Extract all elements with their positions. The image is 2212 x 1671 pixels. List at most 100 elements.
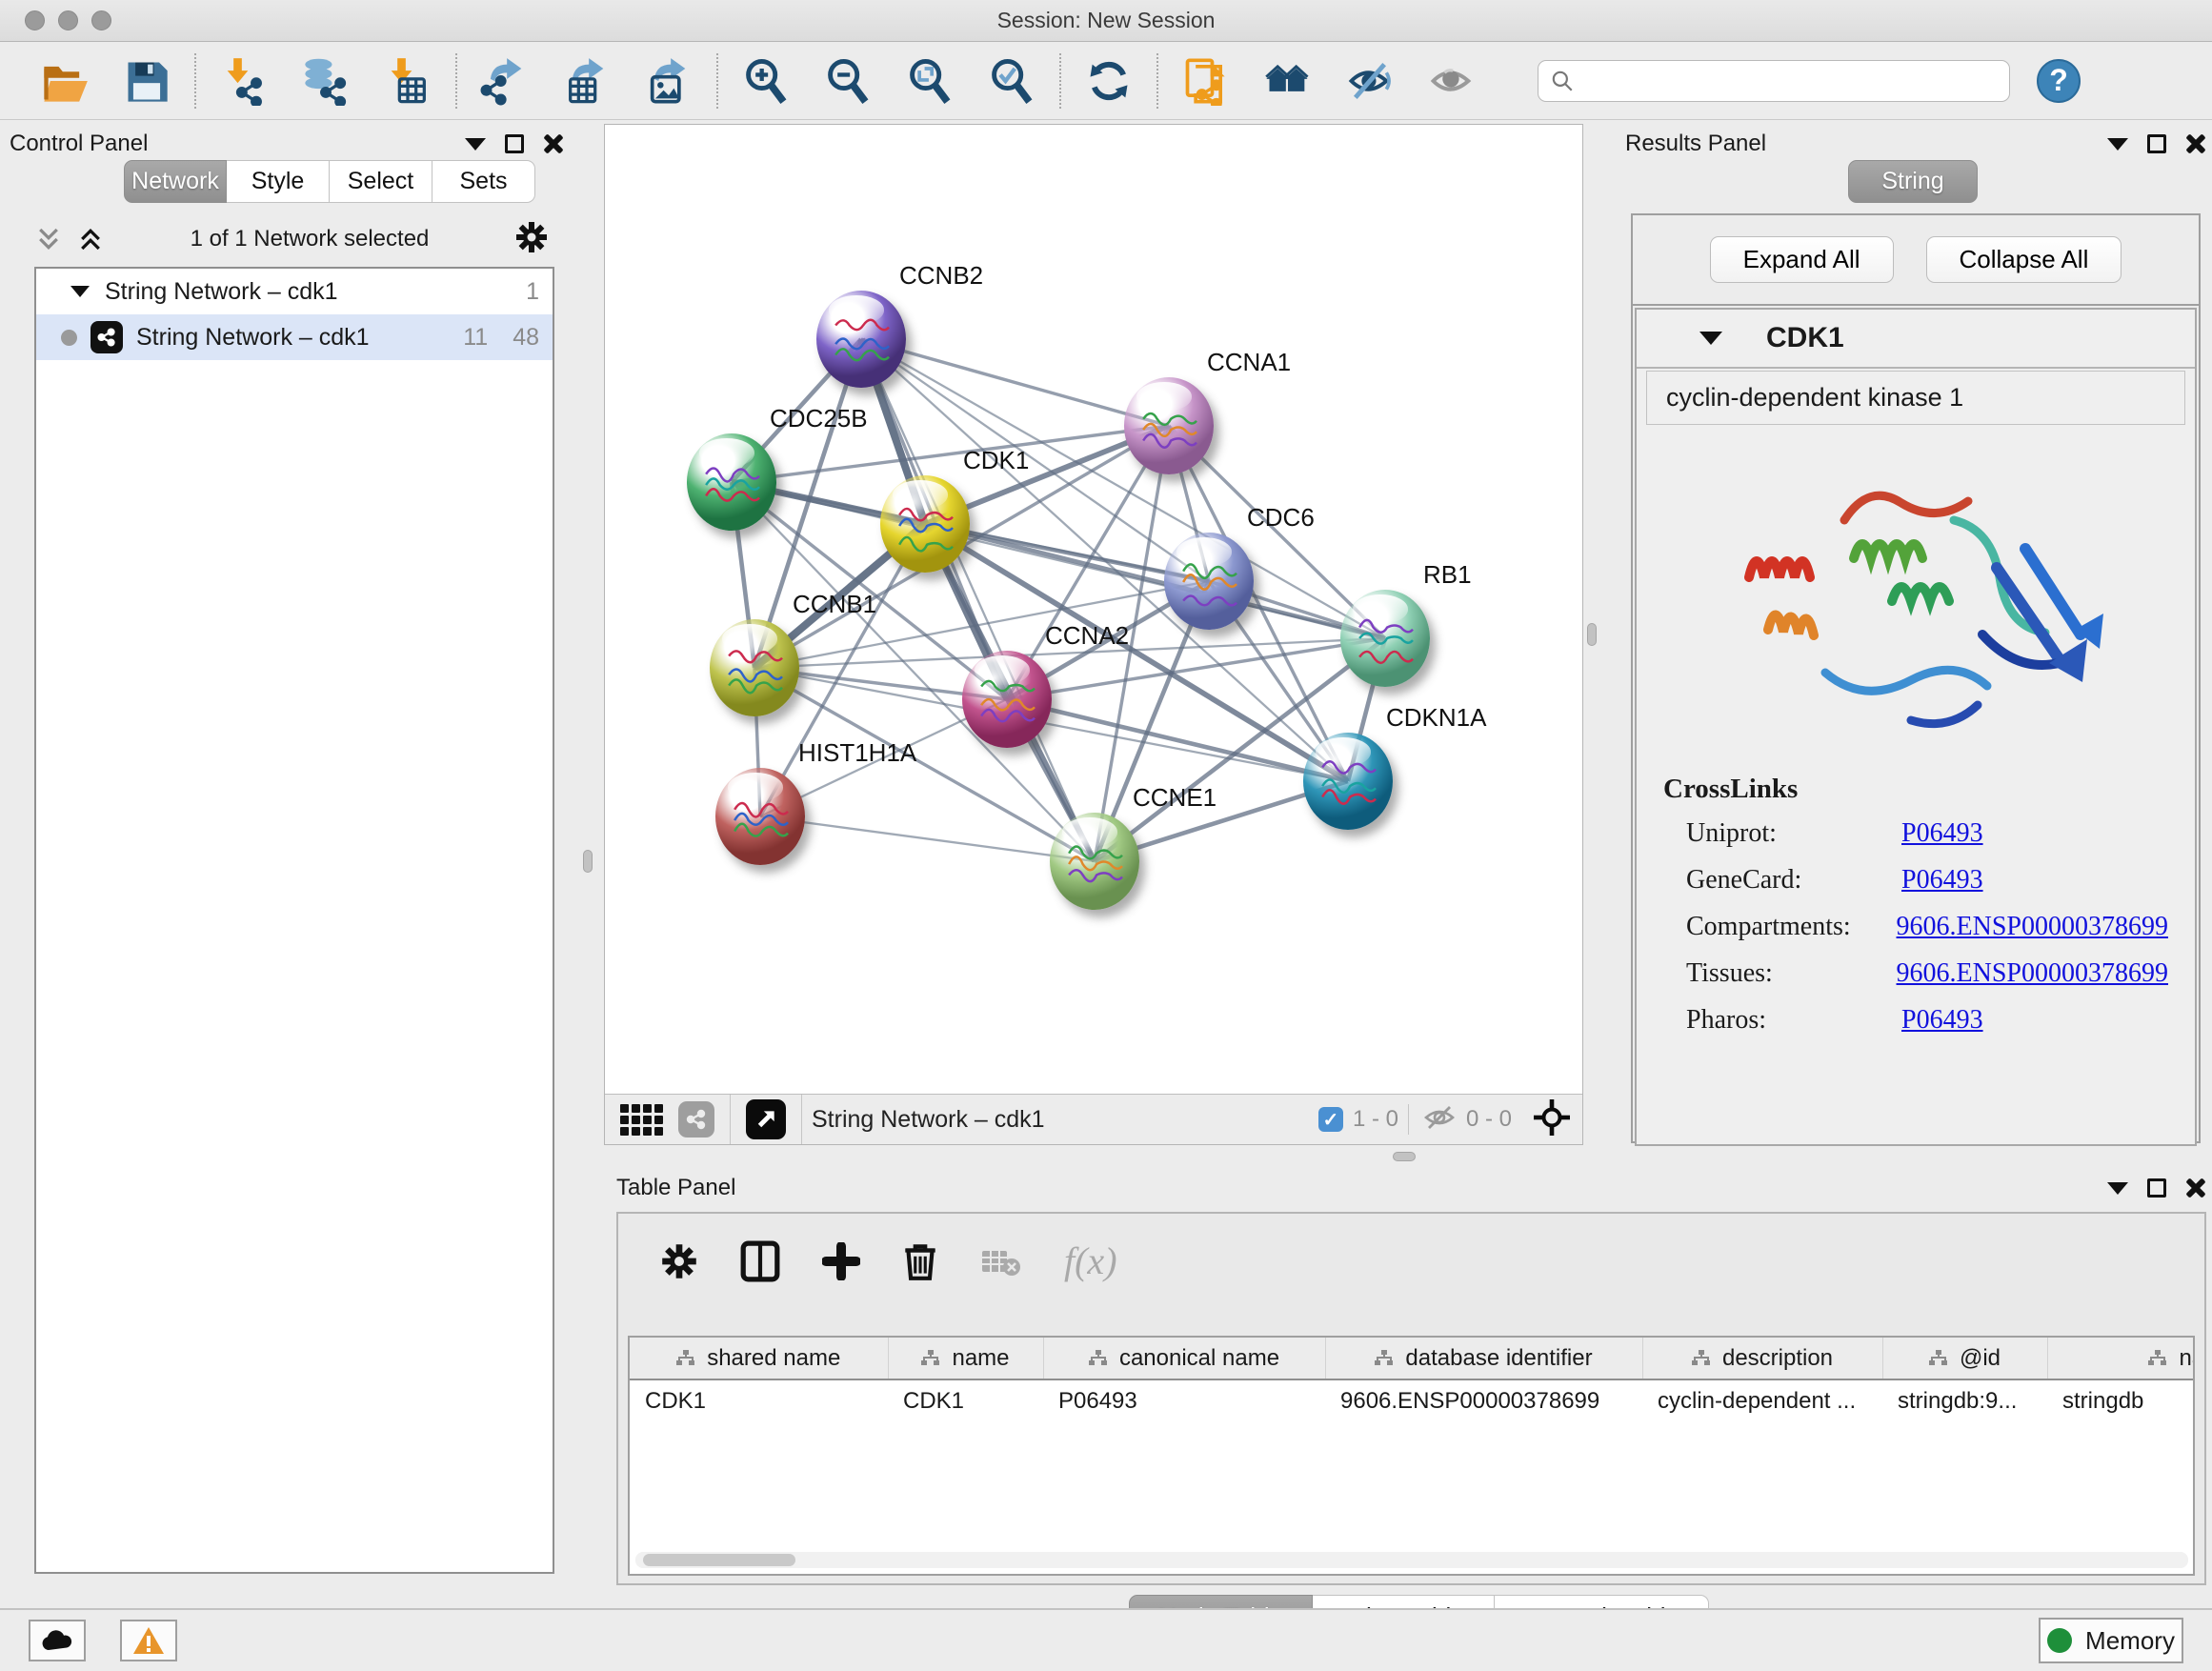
help-button[interactable]: ?: [2037, 59, 2081, 103]
edge-CCNB2-CCNE1[interactable]: [861, 339, 1095, 861]
column-header-description[interactable]: description: [1642, 1338, 1882, 1379]
network-collection-row[interactable]: String Network – cdk1 1: [36, 269, 553, 314]
crosslink-link[interactable]: P06493: [1901, 865, 1983, 896]
delete-column-trash-icon[interactable]: [902, 1240, 938, 1282]
open-file-icon[interactable]: [38, 54, 91, 108]
zoom-fit-icon[interactable]: [903, 54, 956, 108]
delete-table-icon[interactable]: [980, 1245, 1022, 1278]
zoom-in-icon[interactable]: [739, 54, 793, 108]
node-HIST1H1A[interactable]: [715, 768, 805, 865]
node-CDC6[interactable]: [1164, 533, 1254, 630]
crosslink-link[interactable]: P06493: [1901, 818, 1983, 849]
export-network-icon[interactable]: [478, 54, 532, 108]
expand-all-networks-icon[interactable]: [76, 225, 105, 253]
node-table[interactable]: shared name name canonical name database…: [628, 1336, 2195, 1576]
column-header-shared-name[interactable]: shared name: [630, 1338, 888, 1379]
float-panel-icon[interactable]: [2147, 134, 2166, 153]
cloud-status-button[interactable]: [29, 1620, 86, 1661]
function-builder-icon[interactable]: f(x): [1064, 1238, 1117, 1283]
refresh-layout-icon[interactable]: [1082, 54, 1136, 108]
show-grid-icon[interactable]: [620, 1104, 663, 1136]
tab-string[interactable]: String: [1848, 160, 1978, 203]
zoom-selected-icon[interactable]: [985, 54, 1038, 108]
table-cell[interactable]: CDK1: [630, 1379, 888, 1421]
scrollbar-thumb[interactable]: [643, 1554, 795, 1566]
import-network-database-icon[interactable]: [299, 54, 352, 108]
show-columns-icon[interactable]: [740, 1240, 780, 1282]
tab-network[interactable]: Network: [124, 160, 227, 203]
node-RB1[interactable]: [1340, 590, 1430, 687]
table-horizontal-scrollbar[interactable]: [635, 1552, 2188, 1568]
collapse-all-button[interactable]: Collapse All: [1926, 236, 2122, 283]
column-header-database-identifier[interactable]: database identifier: [1325, 1338, 1642, 1379]
search-input[interactable]: [1582, 69, 1992, 93]
panel-menu-icon[interactable]: [2107, 1182, 2128, 1195]
minimize-window-button[interactable]: [58, 10, 78, 30]
table-cell[interactable]: P06493: [1043, 1379, 1325, 1421]
crosslink-link[interactable]: P06493: [1901, 1005, 1983, 1036]
node-CCNB2[interactable]: [816, 291, 906, 388]
network-options-gear-icon[interactable]: [514, 220, 549, 259]
gene-section-header[interactable]: CDK1: [1637, 310, 2195, 369]
float-panel-icon[interactable]: [505, 134, 524, 153]
node-CDK1[interactable]: [880, 475, 970, 573]
table-cell[interactable]: cyclin-dependent ...: [1642, 1379, 1882, 1421]
table-cell[interactable]: stringdb:9...: [1882, 1379, 2047, 1421]
import-table-file-icon[interactable]: [381, 54, 434, 108]
search-box[interactable]: [1538, 60, 2010, 102]
tab-style[interactable]: Style: [227, 160, 330, 203]
table-cell[interactable]: stringdb: [2047, 1379, 2195, 1421]
gene-expand-icon[interactable]: [1699, 332, 1722, 345]
network-row[interactable]: String Network – cdk1 11 48: [36, 314, 553, 360]
crosslink-link[interactable]: 9606.ENSP00000378699: [1897, 912, 2168, 942]
tab-select[interactable]: Select: [330, 160, 432, 203]
network-canvas[interactable]: CCNB2CCNA1CDC25BCDK1CDC6RB1CCNB1CCNA2CDK…: [605, 125, 1582, 1094]
node-CDKN1A[interactable]: [1303, 733, 1393, 830]
fit-content-crosshair-icon[interactable]: [1533, 1098, 1571, 1141]
column-header-name[interactable]: name: [888, 1338, 1043, 1379]
memory-button[interactable]: Memory: [2039, 1618, 2183, 1663]
table-cell[interactable]: CDK1: [888, 1379, 1043, 1421]
node-CCNA1[interactable]: [1124, 377, 1214, 474]
export-table-icon[interactable]: [560, 54, 613, 108]
create-column-plus-icon[interactable]: [822, 1242, 860, 1280]
warnings-button[interactable]: [120, 1620, 177, 1661]
float-panel-icon[interactable]: [2147, 1178, 2166, 1198]
collapse-all-networks-icon[interactable]: [34, 225, 63, 253]
panel-menu-icon[interactable]: [465, 138, 486, 151]
node-CCNB1[interactable]: [710, 619, 799, 716]
crosslink-link[interactable]: 9606.ENSP00000378699: [1897, 958, 2168, 989]
import-network-file-icon[interactable]: [217, 54, 271, 108]
column-header-id[interactable]: @id: [1882, 1338, 2047, 1379]
expand-all-button[interactable]: Expand All: [1710, 236, 1894, 283]
node-CDC25B[interactable]: [687, 433, 776, 531]
table-cell[interactable]: 9606.ENSP00000378699: [1325, 1379, 1642, 1421]
close-panel-icon[interactable]: [543, 133, 564, 154]
selected-nodes-checkbox[interactable]: ✓: [1318, 1107, 1343, 1132]
table-options-gear-icon[interactable]: [660, 1242, 698, 1280]
edge-HIST1H1A-CCNE1[interactable]: [760, 816, 1095, 861]
close-panel-icon[interactable]: [2185, 133, 2206, 154]
network-thumbnail-icon[interactable]: [678, 1101, 714, 1137]
show-all-eye-icon[interactable]: [1425, 54, 1478, 108]
close-panel-icon[interactable]: [2185, 1178, 2206, 1198]
collection-expand-icon[interactable]: [70, 286, 90, 297]
save-session-icon[interactable]: [120, 54, 173, 108]
left-splitter-handle[interactable]: [583, 850, 593, 873]
birds-eye-view-icon[interactable]: [746, 1099, 786, 1139]
homes-icon[interactable]: [1261, 54, 1315, 108]
string-document-icon[interactable]: [1179, 54, 1233, 108]
column-header-namespace[interactable]: namespace: [2047, 1338, 2195, 1379]
horizontal-splitter-handle[interactable]: [1393, 1152, 1416, 1161]
right-splitter-handle[interactable]: [1587, 623, 1597, 646]
hidden-eye-icon[interactable]: [1422, 1103, 1457, 1137]
export-image-icon[interactable]: [642, 54, 695, 108]
tab-sets[interactable]: Sets: [432, 160, 535, 203]
node-CCNE1[interactable]: [1050, 813, 1139, 910]
node-CCNA2[interactable]: [962, 651, 1052, 748]
zoom-out-icon[interactable]: [821, 54, 875, 108]
edge-CCNA2-CDKN1A[interactable]: [1007, 699, 1348, 781]
panel-menu-icon[interactable]: [2107, 138, 2128, 151]
column-header-canonical-name[interactable]: canonical name: [1043, 1338, 1325, 1379]
hide-selected-eye-icon[interactable]: [1343, 54, 1397, 108]
